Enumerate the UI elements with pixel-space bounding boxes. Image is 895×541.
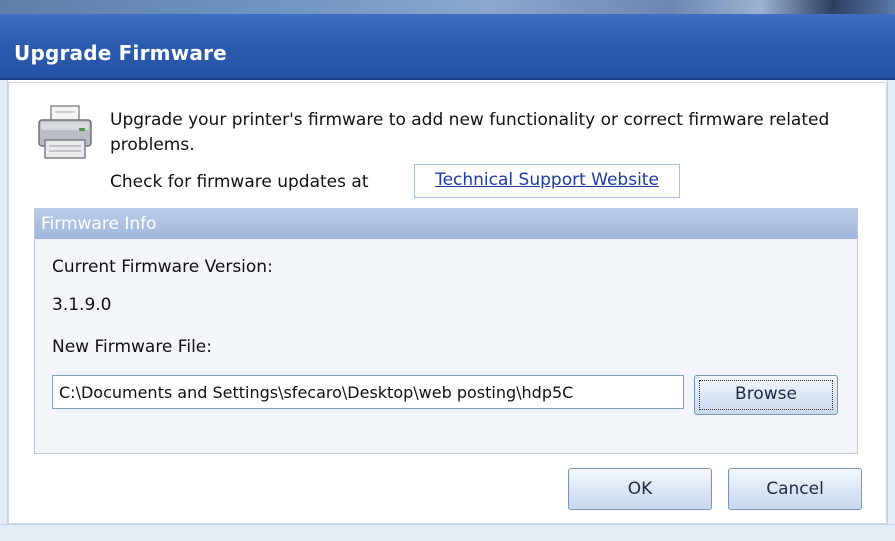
printer-icon xyxy=(38,105,92,159)
new-firmware-label: New Firmware File: xyxy=(52,337,212,357)
cancel-button[interactable]: Cancel xyxy=(728,468,862,510)
current-firmware-value: 3.1.9.0 xyxy=(52,295,112,315)
browse-button[interactable]: Browse xyxy=(694,375,838,415)
dialog-border-left xyxy=(0,80,8,540)
title-bar: Upgrade Firmware xyxy=(0,14,895,80)
check-updates-label: Check for firmware updates at xyxy=(110,172,369,192)
background-strip xyxy=(0,0,895,14)
current-firmware-label: Current Firmware Version: xyxy=(52,257,273,277)
dialog-title: Upgrade Firmware xyxy=(14,41,227,65)
technical-support-link[interactable]: Technical Support Website xyxy=(414,164,680,198)
firmware-info-group: Firmware Info Current Firmware Version: … xyxy=(34,208,858,454)
focus-rectangle xyxy=(699,380,833,410)
dialog-border-right xyxy=(887,80,895,540)
ok-button[interactable]: OK xyxy=(568,468,712,510)
firmware-file-input[interactable] xyxy=(52,375,684,409)
firmware-info-header: Firmware Info xyxy=(35,209,857,239)
description-text: Upgrade your printer's firmware to add n… xyxy=(110,110,830,155)
dialog-border-bottom xyxy=(0,524,895,541)
